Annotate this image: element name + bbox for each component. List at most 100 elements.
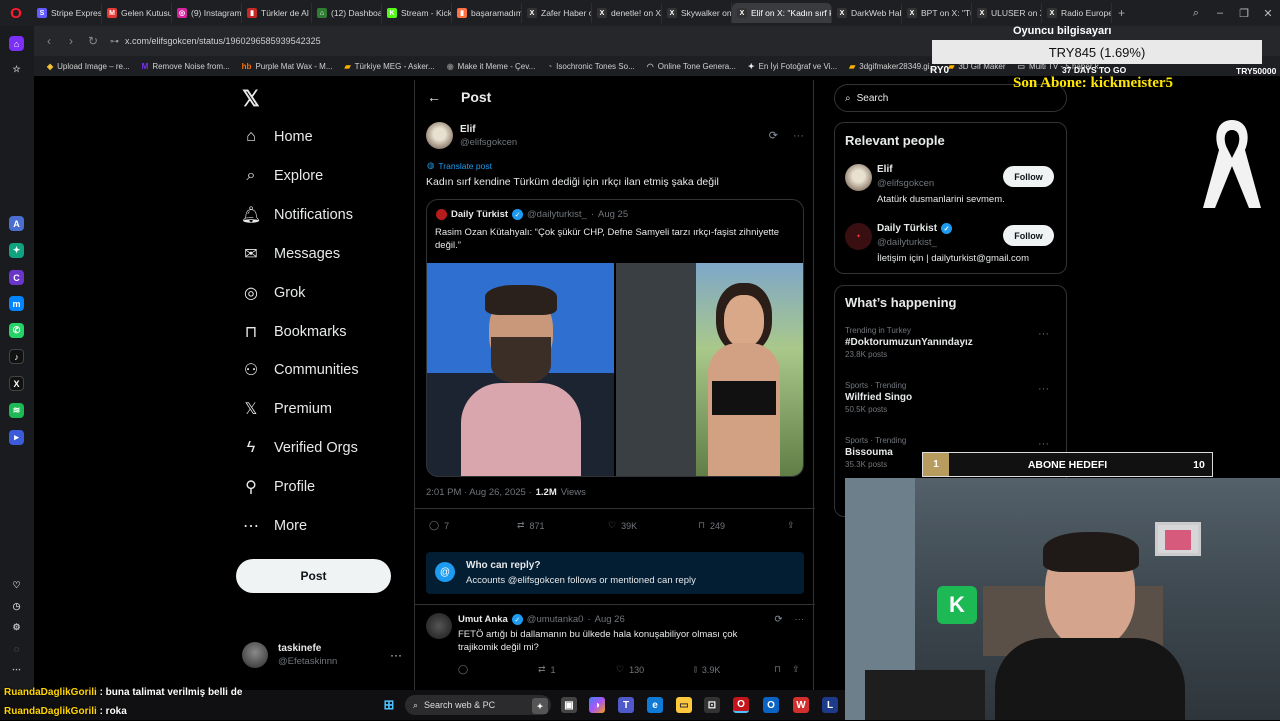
reply-button[interactable]: ◯ 7: [429, 520, 449, 531]
outlook-icon[interactable]: O: [763, 697, 779, 713]
quoted-post[interactable]: Daily Türkist ✓ @dailyturkist_ · Aug 25 …: [426, 199, 804, 477]
trend-item[interactable]: Sports · Trending Wilfried Singo 50.5K p…: [845, 381, 1057, 429]
nav-item-verified-orgs[interactable]: ϟ Verified Orgs: [242, 439, 358, 457]
app-l-icon[interactable]: L: [822, 697, 838, 713]
cs-app-icon[interactable]: C: [9, 270, 24, 285]
share-button[interactable]: ⇪: [787, 520, 795, 531]
bookmark-item[interactable]: ◉ Make it Meme - Çev...: [442, 62, 541, 71]
person-handle[interactable]: @elifsgokcen: [877, 178, 934, 189]
browser-tab[interactable]: X Skywalker on: [662, 3, 732, 23]
windows-start-icon[interactable]: ⊞: [381, 697, 397, 713]
quote-image-man[interactable]: [427, 263, 614, 476]
x-logo-icon[interactable]: 𝕏: [242, 86, 260, 112]
player-icon[interactable]: ▸: [9, 430, 24, 445]
person-name[interactable]: Elif: [877, 164, 893, 175]
task-view-icon[interactable]: ▣: [561, 697, 577, 713]
like-button[interactable]: ♡ 39K: [608, 520, 637, 531]
maximize-icon[interactable]: ❐: [1232, 7, 1256, 20]
search-tabs-icon[interactable]: ⌕: [1184, 7, 1208, 20]
post-more-icon[interactable]: ···: [793, 130, 804, 142]
nav-item-grok[interactable]: ◎ Grok: [242, 284, 305, 302]
home-space-icon[interactable]: ⌂: [9, 36, 24, 51]
browser-tab[interactable]: X Zafer Haber o: [522, 3, 592, 23]
bookmark-item[interactable]: ◠ Online Tone Genera...: [642, 62, 741, 71]
person-avatar[interactable]: [845, 164, 872, 191]
teams-icon[interactable]: T: [618, 697, 634, 713]
bookmark-item[interactable]: ✦ En İyi Fotoğraf ve Vi...: [743, 62, 842, 71]
browser-tab[interactable]: Xdenetle! on X:: [592, 3, 662, 23]
aria-icon[interactable]: A: [9, 216, 24, 231]
settings-icon[interactable]: ⚙: [9, 620, 24, 635]
nav-item-more[interactable]: ⋯ More: [242, 517, 307, 535]
reply-views[interactable]: ⫾ 3.9K: [694, 664, 720, 675]
browser-tab[interactable]: ⌂ (12) Dashboa: [312, 3, 382, 23]
nav-item-home[interactable]: ⌂ Home: [242, 128, 313, 146]
author-name[interactable]: Elif: [460, 123, 517, 136]
bookmark-button[interactable]: ⊓ 249: [698, 520, 725, 531]
reply-more-icon[interactable]: ···: [795, 614, 805, 625]
tips-icon[interactable]: ◌: [9, 641, 24, 656]
tiktok-icon[interactable]: ♪: [9, 349, 24, 364]
browser-tab[interactable]: X DarkWeb Hab: [832, 3, 902, 23]
nav-item-bookmarks[interactable]: ⊓ Bookmarks: [242, 323, 347, 341]
grok-reply-icon[interactable]: ⟳: [775, 614, 783, 625]
reply-bookmark-button[interactable]: ⊓: [774, 664, 781, 675]
browser-tab[interactable]: S Stripe Express: [32, 3, 102, 23]
compose-post-button[interactable]: Post: [236, 559, 391, 593]
reply-post[interactable]: Umut Anka ✓ @umutanka0 · Aug 26 ⟳ ··· FE…: [426, 613, 804, 688]
heart-icon[interactable]: ♡: [9, 578, 24, 593]
reply-reply-button[interactable]: ◯: [458, 664, 468, 675]
nav-item-profile[interactable]: ⚲ Profile: [242, 478, 315, 496]
reply-author[interactable]: Umut Anka: [458, 614, 508, 625]
bookmark-item[interactable]: ◈ Upload Image – re...: [42, 62, 135, 71]
grok-post-icon[interactable]: ⟳: [769, 129, 778, 142]
bookmark-item[interactable]: ▰ 3dgifmaker28349.gi...: [844, 62, 941, 71]
spotify-icon[interactable]: ≋: [9, 403, 24, 418]
url-field[interactable]: ⊶ x.com/elifsgokcen/status/1960296585939…: [110, 36, 321, 47]
opera-taskbar-icon[interactable]: O: [733, 697, 749, 713]
back-icon[interactable]: ‹: [38, 34, 60, 48]
nav-item-notifications[interactable]: 🔔︎ Notifications: [241, 206, 353, 224]
forward-icon[interactable]: ›: [60, 34, 82, 48]
browser-tab[interactable]: X ULUSER on X:: [972, 3, 1042, 23]
browser-tab[interactable]: X Radio Europe: [1042, 3, 1112, 23]
more-dots-icon[interactable]: ⋯: [9, 662, 24, 677]
file-explorer-icon[interactable]: ▭: [676, 697, 692, 713]
browser-tab[interactable]: K Stream - Kick: [382, 3, 452, 23]
bookmark-item[interactable]: M Remove Noise from...: [137, 62, 235, 71]
opera-logo-icon[interactable]: O: [0, 0, 32, 26]
reply-handle[interactable]: @umutanka0: [527, 614, 584, 625]
nav-item-messages[interactable]: ✉ Messages: [242, 245, 340, 263]
x-app-icon[interactable]: X: [9, 376, 24, 391]
new-tab-icon[interactable]: +: [1118, 6, 1125, 20]
reply-share-button[interactable]: ⇪: [792, 664, 800, 675]
copilot-icon[interactable]: ◑: [589, 697, 605, 713]
quote-image-woman[interactable]: [616, 263, 803, 476]
person-avatar[interactable]: ✦: [845, 223, 872, 250]
browser-tab[interactable]: X BPT on X: "Tü: [902, 3, 972, 23]
reload-icon[interactable]: ↻: [82, 34, 104, 48]
trend-item[interactable]: Trending in Turkey #DoktorumuzunYanınday…: [845, 326, 1057, 374]
back-arrow-icon[interactable]: ←: [427, 89, 441, 105]
store-icon[interactable]: ⊡: [704, 697, 720, 713]
author-avatar[interactable]: [426, 122, 453, 149]
bookmark-item[interactable]: hb Purple Mat Wax - M...: [237, 62, 338, 71]
trend-more-icon[interactable]: ···: [1038, 383, 1049, 395]
copilot-search-icon[interactable]: ✦: [532, 698, 548, 714]
browser-tab[interactable]: ◎ (9) Instagram: [172, 3, 242, 23]
nav-item-premium[interactable]: 𝕏 Premium: [242, 400, 332, 418]
follow-button[interactable]: Follow: [1003, 166, 1054, 187]
person-handle[interactable]: @dailyturkist_: [877, 237, 937, 248]
person-name-row[interactable]: Daily Türkist ✓: [877, 223, 953, 234]
account-switcher[interactable]: taskinefe @Efetaskinnn ···: [242, 642, 402, 668]
close-window-icon[interactable]: ✕: [1256, 7, 1280, 20]
bookmark-item[interactable]: ◔ Isochronic Tones So...: [542, 62, 639, 71]
reply-like-button[interactable]: ♡ 130: [616, 664, 644, 675]
browser-tab[interactable]: X Elif on X: "Kadın sırf ke: [732, 3, 832, 23]
reply-avatar[interactable]: [426, 613, 452, 639]
browser-tab[interactable]: M Gelen Kutusu: [102, 3, 172, 23]
history-icon[interactable]: ◷: [9, 599, 24, 614]
taskbar-search[interactable]: ⌕ Search web & PC: [405, 695, 551, 715]
account-more-icon[interactable]: ···: [390, 648, 402, 662]
site-info-icon[interactable]: ⊶: [110, 36, 119, 47]
